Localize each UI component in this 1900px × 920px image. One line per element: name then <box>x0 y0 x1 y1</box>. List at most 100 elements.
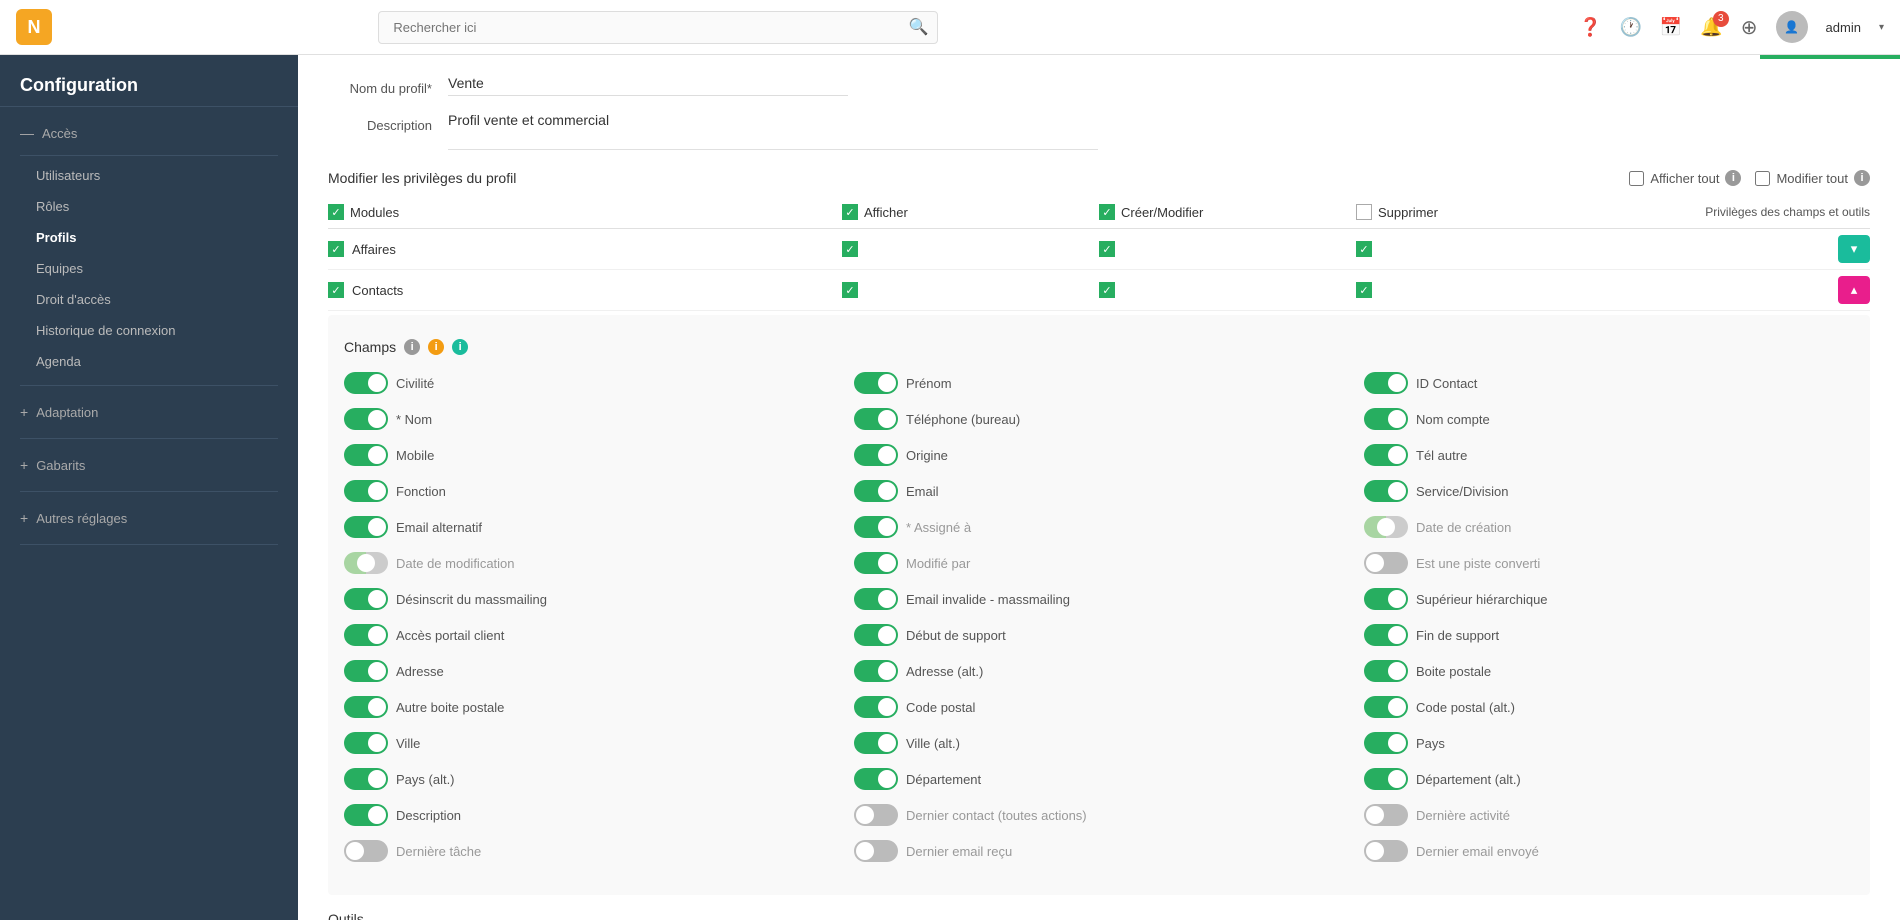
plus-icon-autres: + <box>20 510 28 526</box>
sidebar-item-agenda[interactable]: Agenda <box>0 346 298 377</box>
champs-section: Champs i i i Civilité <box>328 315 1870 895</box>
sidebar-section-header-acces[interactable]: — Accès <box>0 115 298 151</box>
field-toggle[interactable] <box>854 624 898 646</box>
history-icon[interactable]: 🕐 <box>1620 17 1642 38</box>
modules-checkbox[interactable]: ✓ <box>328 204 344 220</box>
field-toggle[interactable] <box>344 768 388 790</box>
contacts-creer-cb[interactable]: ✓ <box>1099 282 1115 298</box>
afficher-checkbox[interactable]: ✓ <box>842 204 858 220</box>
field-toggle[interactable] <box>854 444 898 466</box>
field-label: Email alternatif <box>396 520 482 535</box>
field-toggle[interactable] <box>854 588 898 610</box>
sidebar-item-profils[interactable]: Profils <box>0 222 298 253</box>
field-toggle[interactable] <box>344 372 388 394</box>
field-toggle[interactable] <box>344 480 388 502</box>
sidebar-section-header-gabarits[interactable]: + Gabarits <box>0 447 298 483</box>
plus-icon-adaptation: + <box>20 404 28 420</box>
field-toggle[interactable] <box>344 552 388 574</box>
contacts-collapse-btn[interactable]: ▴ <box>1838 276 1870 304</box>
field-row: Dernier contact (toutes actions) <box>854 801 1344 829</box>
supprimer-checkbox[interactable] <box>1356 204 1372 220</box>
sidebar-section-header-autres[interactable]: + Autres réglages <box>0 500 298 536</box>
field-toggle[interactable] <box>344 516 388 538</box>
modifier-tout-toggle[interactable]: Modifier tout i <box>1755 170 1870 186</box>
field-toggle[interactable] <box>1364 588 1408 610</box>
field-row: Code postal <box>854 693 1344 721</box>
affaires-creer-cb[interactable]: ✓ <box>1099 241 1115 257</box>
sidebar-item-utilisateurs[interactable]: Utilisateurs <box>0 160 298 191</box>
contacts-supprimer: ✓ <box>1356 282 1613 298</box>
field-toggle[interactable] <box>1364 408 1408 430</box>
field-toggle[interactable] <box>1364 516 1408 538</box>
notifications-icon[interactable]: 🔔 3 <box>1700 17 1722 38</box>
field-row: Autre boite postale <box>344 693 834 721</box>
field-toggle[interactable] <box>854 696 898 718</box>
field-toggle[interactable] <box>344 444 388 466</box>
affaires-supprimer-cb[interactable]: ✓ <box>1356 241 1372 257</box>
field-toggle[interactable] <box>1364 372 1408 394</box>
sidebar-item-equipes[interactable]: Equipes <box>0 253 298 284</box>
field-toggle[interactable] <box>1364 840 1408 862</box>
field-toggle[interactable] <box>344 624 388 646</box>
field-toggle[interactable] <box>1364 660 1408 682</box>
champs-info-orange[interactable]: i <box>428 339 444 355</box>
field-toggle[interactable] <box>854 372 898 394</box>
sidebar-section-header-adaptation[interactable]: + Adaptation <box>0 394 298 430</box>
calendar-icon[interactable]: 📅 <box>1660 17 1682 38</box>
field-toggle[interactable] <box>344 732 388 754</box>
affaires-expand-btn[interactable]: ▾ <box>1838 235 1870 263</box>
nom-profil-label: Nom du profil* <box>328 75 448 96</box>
add-icon[interactable]: ⊕ <box>1741 15 1758 40</box>
field-row: Description <box>344 801 834 829</box>
avatar[interactable]: 👤 <box>1776 11 1808 43</box>
field-toggle[interactable] <box>1364 804 1408 826</box>
field-label: Téléphone (bureau) <box>906 412 1020 427</box>
field-row: Adresse <box>344 657 834 685</box>
field-toggle[interactable] <box>344 804 388 826</box>
field-toggle[interactable] <box>854 552 898 574</box>
creer-checkbox[interactable]: ✓ <box>1099 204 1115 220</box>
contacts-afficher-cb[interactable]: ✓ <box>842 282 858 298</box>
field-toggle[interactable] <box>344 840 388 862</box>
afficher-tout-toggle[interactable]: Afficher tout i <box>1629 170 1741 186</box>
affaires-afficher-cb[interactable]: ✓ <box>842 241 858 257</box>
field-toggle[interactable] <box>344 408 388 430</box>
field-toggle[interactable] <box>854 768 898 790</box>
field-row: Boite postale <box>1364 657 1854 685</box>
field-toggle[interactable] <box>1364 480 1408 502</box>
field-toggle[interactable] <box>854 408 898 430</box>
field-toggle[interactable] <box>854 480 898 502</box>
field-toggle[interactable] <box>1364 444 1408 466</box>
search-input[interactable] <box>378 11 938 44</box>
field-toggle[interactable] <box>344 696 388 718</box>
field-toggle[interactable] <box>344 588 388 610</box>
sidebar-item-historique[interactable]: Historique de connexion <box>0 315 298 346</box>
champs-info-gray[interactable]: i <box>404 339 420 355</box>
modifier-tout-checkbox[interactable] <box>1755 171 1770 186</box>
field-label: Email <box>906 484 939 499</box>
sidebar-item-roles[interactable]: Rôles <box>0 191 298 222</box>
field-label: Ville (alt.) <box>906 736 960 751</box>
field-toggle[interactable] <box>854 732 898 754</box>
field-toggle[interactable] <box>1364 768 1408 790</box>
field-toggle[interactable] <box>854 516 898 538</box>
col-afficher: ✓ Afficher <box>842 204 1099 220</box>
field-toggle[interactable] <box>854 804 898 826</box>
field-toggle[interactable] <box>344 660 388 682</box>
contacts-module-cb[interactable]: ✓ <box>328 282 344 298</box>
field-toggle[interactable] <box>854 660 898 682</box>
field-toggle[interactable] <box>1364 552 1408 574</box>
afficher-tout-checkbox[interactable] <box>1629 171 1644 186</box>
sidebar-item-droit-acces[interactable]: Droit d'accès <box>0 284 298 315</box>
contacts-supprimer-cb[interactable]: ✓ <box>1356 282 1372 298</box>
champs-info-teal[interactable]: i <box>452 339 468 355</box>
field-toggle[interactable] <box>854 840 898 862</box>
affaires-module-cb[interactable]: ✓ <box>328 241 344 257</box>
field-toggle[interactable] <box>1364 696 1408 718</box>
field-toggle[interactable] <box>1364 732 1408 754</box>
gabarits-label: Gabarits <box>36 458 85 473</box>
field-toggle[interactable] <box>1364 624 1408 646</box>
help-icon[interactable]: ❓ <box>1579 17 1601 38</box>
admin-label: admin <box>1826 20 1861 35</box>
field-row: Pays <box>1364 729 1854 757</box>
